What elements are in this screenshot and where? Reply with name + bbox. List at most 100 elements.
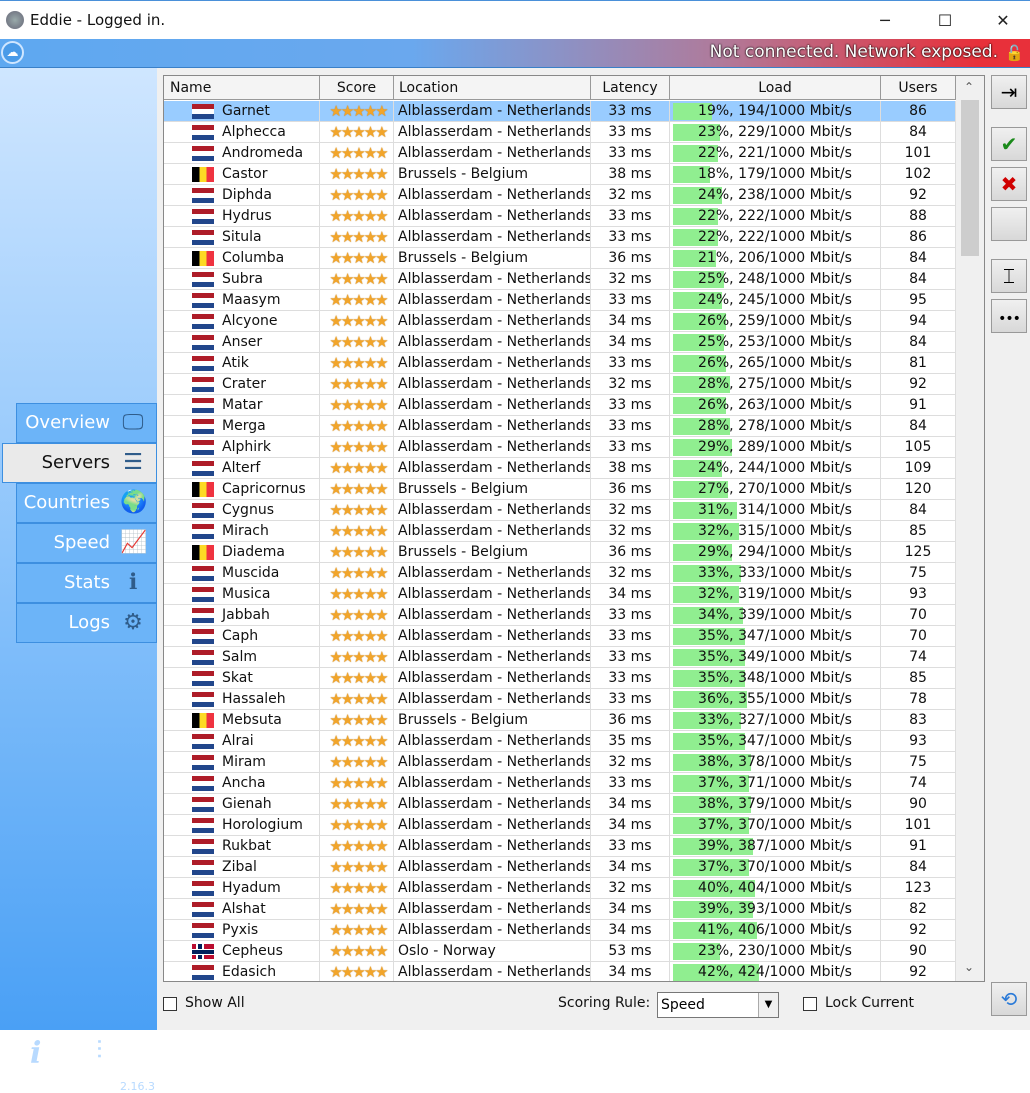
flag-nl-icon xyxy=(192,629,214,644)
server-row[interactable]: Maasym ★★★★★ Alblasserdam - Netherlands 33 … xyxy=(164,290,956,311)
maximize-button[interactable]: ☐ xyxy=(922,7,968,35)
server-name: Zibal xyxy=(222,859,257,875)
server-row[interactable]: Rukbat ★★★★★ Alblasserdam - Netherlands 33 … xyxy=(164,836,956,857)
load-cell: 41%, 406/1000 Mbit/s xyxy=(670,920,881,941)
server-row[interactable]: Caph ★★★★★ Alblasserdam - Netherlands 33 ms… xyxy=(164,626,956,647)
rename-button[interactable]: ⌶ xyxy=(991,259,1027,293)
latency-cell: 33 ms xyxy=(591,626,670,647)
column-header-load[interactable]: Load xyxy=(670,76,881,100)
server-row[interactable]: Crater ★★★★★ Alblasserdam - Netherlands 32 … xyxy=(164,374,956,395)
load-cell: 37%, 370/1000 Mbit/s xyxy=(670,815,881,836)
refresh-button[interactable]: ⟲ xyxy=(991,982,1027,1016)
latency-cell: 33 ms xyxy=(591,773,670,794)
sidebar-item-speed[interactable]: Speed 📈 xyxy=(16,523,157,563)
lock-current-checkbox[interactable] xyxy=(803,997,817,1011)
server-row[interactable]: Diadema ★★★★★ Brussels - Belgium 36 ms 29%, … xyxy=(164,542,956,563)
server-row[interactable]: Mebsuta ★★★★★ Brussels - Belgium 36 ms 33%, … xyxy=(164,710,956,731)
flag-be-icon xyxy=(192,251,214,266)
scoring-rule-select[interactable]: Speed ▼ xyxy=(657,992,779,1018)
vertical-scrollbar[interactable]: ⌃ ⌄ xyxy=(956,76,984,981)
load-text: 38%, 378/1000 Mbit/s xyxy=(698,754,852,770)
scroll-down-icon[interactable]: ⌄ xyxy=(964,960,974,974)
latency-cell: 33 ms xyxy=(591,143,670,164)
title-bar: Eddie - Logged in. ─ ☐ ✕ xyxy=(0,0,1030,39)
score-cell: ★★★★★ xyxy=(320,101,394,122)
score-cell: ★★★★★ xyxy=(320,668,394,689)
minimize-button[interactable]: ─ xyxy=(862,7,908,35)
whitelist-button[interactable]: ✔ xyxy=(991,127,1027,161)
load-cell: 28%, 278/1000 Mbit/s xyxy=(670,416,881,437)
load-text: 19%, 194/1000 Mbit/s xyxy=(698,103,852,119)
server-row[interactable]: Jabbah ★★★★★ Alblasserdam - Netherlands 33 … xyxy=(164,605,956,626)
server-row[interactable]: Matar ★★★★★ Alblasserdam - Netherlands 33 m… xyxy=(164,395,956,416)
server-name: Diphda xyxy=(222,187,272,203)
about-icon[interactable]: i xyxy=(30,1036,41,1071)
column-header-name[interactable]: Name xyxy=(164,76,320,100)
server-row[interactable]: Gienah ★★★★★ Alblasserdam - Netherlands 34 … xyxy=(164,794,956,815)
server-latency: 36 ms xyxy=(608,481,652,497)
server-row[interactable]: Merga ★★★★★ Alblasserdam - Netherlands 33 m… xyxy=(164,416,956,437)
server-row[interactable]: Cepheus ★★★★★ Oslo - Norway 53 ms 23%, 230/1… xyxy=(164,941,956,962)
sidebar-item-servers[interactable]: Servers ☰ xyxy=(2,443,157,483)
server-row[interactable]: Salm ★★★★★ Alblasserdam - Netherlands 33 ms… xyxy=(164,647,956,668)
score-stars-icon: ★★★★★ xyxy=(329,312,388,330)
clear-button[interactable] xyxy=(991,207,1027,241)
score-stars-icon: ★★★★★ xyxy=(329,522,388,540)
server-row[interactable]: Alshat ★★★★★ Alblasserdam - Netherlands 34 … xyxy=(164,899,956,920)
score-cell: ★★★★★ xyxy=(320,647,394,668)
server-row[interactable]: Capricornus ★★★★★ Brussels - Belgium 36 ms 2… xyxy=(164,479,956,500)
blacklist-button[interactable]: ✖ xyxy=(991,167,1027,201)
more-button[interactable]: ••• xyxy=(991,299,1027,333)
flag-nl-icon xyxy=(192,776,214,791)
server-row[interactable]: Anser ★★★★★ Alblasserdam - Netherlands 34 m… xyxy=(164,332,956,353)
server-row[interactable]: Ancha ★★★★★ Alblasserdam - Netherlands 33 m… xyxy=(164,773,956,794)
server-row[interactable]: Columba ★★★★★ Brussels - Belgium 36 ms 21%, … xyxy=(164,248,956,269)
users-cell: 91 xyxy=(881,395,956,416)
server-row[interactable]: Alcyone ★★★★★ Alblasserdam - Netherlands 34… xyxy=(164,311,956,332)
users-cell: 93 xyxy=(881,584,956,605)
server-row[interactable]: Zibal ★★★★★ Alblasserdam - Netherlands 34 m… xyxy=(164,857,956,878)
server-row[interactable]: Skat ★★★★★ Alblasserdam - Netherlands 33 ms… xyxy=(164,668,956,689)
server-row[interactable]: Hassaleh ★★★★★ Alblasserdam - Netherlands 3… xyxy=(164,689,956,710)
server-row[interactable]: Mirach ★★★★★ Alblasserdam - Netherlands 32 … xyxy=(164,521,956,542)
score-stars-icon: ★★★★★ xyxy=(329,291,388,309)
server-row[interactable]: Diphda ★★★★★ Alblasserdam - Netherlands 32 … xyxy=(164,185,956,206)
server-row[interactable]: Alphirk ★★★★★ Alblasserdam - Netherlands 33… xyxy=(164,437,956,458)
server-row[interactable]: Subra ★★★★★ Alblasserdam - Netherlands 32 m… xyxy=(164,269,956,290)
column-header-latency[interactable]: Latency xyxy=(591,76,670,100)
server-row[interactable]: Atik ★★★★★ Alblasserdam - Netherlands 33 ms… xyxy=(164,353,956,374)
column-header-users[interactable]: Users xyxy=(881,76,956,100)
column-header-location[interactable]: Location xyxy=(394,76,591,100)
server-row[interactable]: Hydrus ★★★★★ Alblasserdam - Netherlands 33 … xyxy=(164,206,956,227)
server-row[interactable]: Alphecca ★★★★★ Alblasserdam - Netherlands 3… xyxy=(164,122,956,143)
server-row[interactable]: Alterf ★★★★★ Alblasserdam - Netherlands 38 … xyxy=(164,458,956,479)
sidebar-item-logs[interactable]: Logs ⚙ xyxy=(16,603,157,643)
server-row[interactable]: Muscida ★★★★★ Alblasserdam - Netherlands 32… xyxy=(164,563,956,584)
scroll-up-icon[interactable]: ⌃ xyxy=(964,80,974,94)
connect-button[interactable]: ⇥ xyxy=(991,75,1027,109)
sidebar-item-overview[interactable]: Overview 🖵 xyxy=(16,403,157,443)
show-all-checkbox[interactable] xyxy=(163,997,177,1011)
server-row[interactable]: Miram ★★★★★ Alblasserdam - Netherlands 32 m… xyxy=(164,752,956,773)
sidebar-item-stats[interactable]: Stats ℹ xyxy=(16,563,157,603)
scroll-thumb[interactable] xyxy=(961,100,979,256)
column-header-score[interactable]: Score xyxy=(320,76,394,100)
latency-cell: 34 ms xyxy=(591,899,670,920)
server-row[interactable]: Musica ★★★★★ Alblasserdam - Netherlands 34 … xyxy=(164,584,956,605)
close-button[interactable]: ✕ xyxy=(980,7,1026,35)
server-row[interactable]: Alrai ★★★★★ Alblasserdam - Netherlands 35 m… xyxy=(164,731,956,752)
server-row[interactable]: Andromeda ★★★★★ Alblasserdam - Netherlands… xyxy=(164,143,956,164)
server-row[interactable]: Garnet ★★★★★ Alblasserdam - Netherlands 33 … xyxy=(164,101,956,122)
server-row[interactable]: Hyadum ★★★★★ Alblasserdam - Netherlands 32 … xyxy=(164,878,956,899)
server-row[interactable]: Pyxis ★★★★★ Alblasserdam - Netherlands 34 m… xyxy=(164,920,956,941)
server-row[interactable]: Cygnus ★★★★★ Alblasserdam - Netherlands 32 … xyxy=(164,500,956,521)
score-cell: ★★★★★ xyxy=(320,353,394,374)
server-row[interactable]: Situla ★★★★★ Alblasserdam - Netherlands 33 … xyxy=(164,227,956,248)
cloud-logo-icon[interactable]: ☁ xyxy=(1,41,24,64)
server-row[interactable]: Edasich ★★★★★ Alblasserdam - Netherlands 34… xyxy=(164,962,956,981)
name-cell: Horologium xyxy=(164,815,320,836)
server-row[interactable]: Horologium ★★★★★ Alblasserdam - Netherland… xyxy=(164,815,956,836)
server-row[interactable]: Castor ★★★★★ Brussels - Belgium 38 ms 18%, 1… xyxy=(164,164,956,185)
sidebar-item-countries[interactable]: Countries 🌍 xyxy=(16,483,157,523)
settings-sliders-icon[interactable]: ⫶ xyxy=(96,1036,103,1067)
